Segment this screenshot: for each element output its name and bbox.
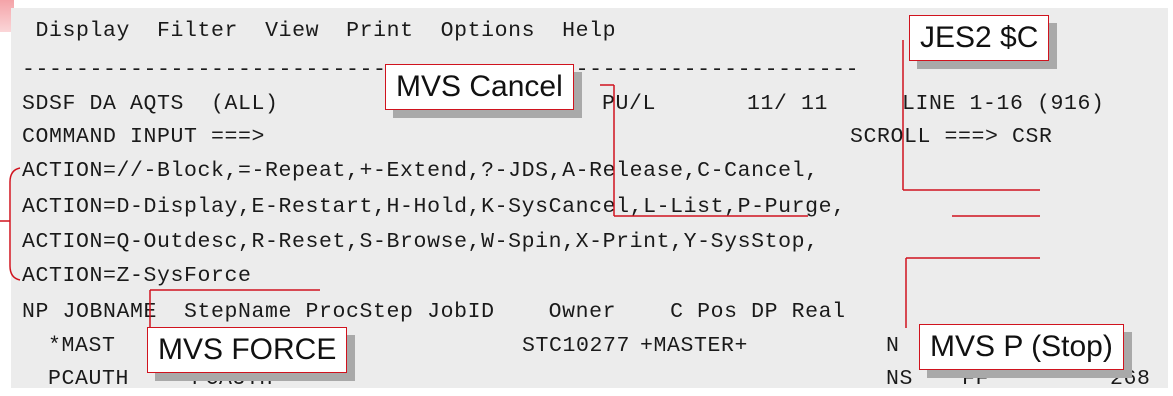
action-line-4: ACTION=Z-SysForce bbox=[22, 264, 252, 288]
row-owner: +MASTER+ bbox=[640, 334, 749, 358]
panel-title: SDSF DA AQTS (ALL) bbox=[22, 92, 279, 116]
command-input-label: COMMAND INPUT ===> bbox=[22, 125, 266, 149]
action-line-1: ACTION=//-Block,=-Repeat,+-Extend,?-JDS,… bbox=[22, 159, 819, 183]
menu-bar: Display Filter View Print Options Help bbox=[22, 18, 616, 44]
row-pos: N bbox=[886, 334, 900, 358]
callout-mvs-force: MVS FORCE bbox=[147, 327, 348, 373]
callout-mvs-stop: MVS P (Stop) bbox=[919, 324, 1124, 370]
menu-options[interactable]: Options bbox=[441, 19, 536, 43]
callout-mvs-cancel: MVS Cancel bbox=[385, 64, 574, 110]
scroll-setting[interactable]: SCROLL ===> CSR bbox=[850, 124, 1053, 150]
panel-line-range: LINE 1-16 (916) bbox=[902, 92, 1105, 116]
column-header: NP JOBNAME StepName ProcStep JobID Owner… bbox=[22, 300, 846, 324]
menu-help[interactable]: Help bbox=[562, 19, 616, 43]
command-input-field[interactable] bbox=[270, 124, 770, 150]
callout-jes2-cancel: JES2 $C bbox=[909, 15, 1050, 61]
panel-status-mid: PU/L bbox=[602, 92, 657, 116]
action-line-3: ACTION=Q-Outdesc,R-Reset,S-Browse,W-Spin… bbox=[22, 230, 819, 254]
menu-filter[interactable]: Filter bbox=[157, 19, 238, 43]
row-jobname: PCAUTH bbox=[48, 367, 130, 388]
row-jobname: *MAST bbox=[48, 334, 116, 358]
panel-row-count: 11/ 11 bbox=[747, 92, 829, 116]
row-jobid: STC10277 bbox=[522, 334, 631, 358]
menu-display[interactable]: Display bbox=[36, 19, 131, 43]
menu-view[interactable]: View bbox=[265, 19, 319, 43]
action-line-2: ACTION=D-Display,E-Restart,H-Hold,K-SysC… bbox=[22, 195, 846, 219]
menu-print[interactable]: Print bbox=[346, 19, 414, 43]
row-pos: NS bbox=[886, 367, 914, 388]
